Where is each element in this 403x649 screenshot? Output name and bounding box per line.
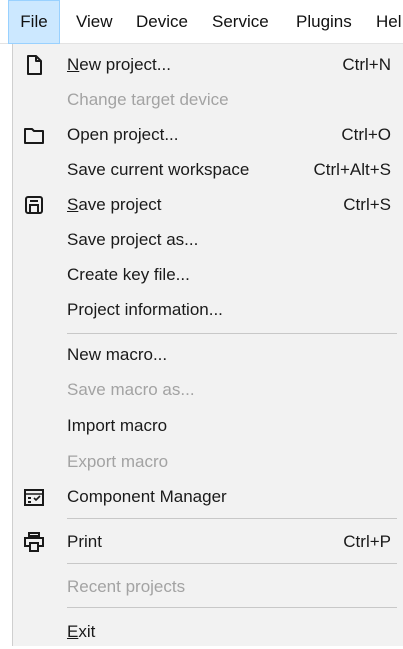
menu-item-label: Exit bbox=[67, 622, 96, 641]
menu-item-save-project-as[interactable]: Save project as... bbox=[13, 222, 399, 257]
component-manager-icon bbox=[23, 486, 45, 508]
menu-item-component-manager[interactable]: Component Manager bbox=[13, 479, 399, 514]
shortcut-text: Ctrl+S bbox=[343, 195, 391, 214]
menu-item-label: Recent projects bbox=[67, 577, 186, 596]
menu-help[interactable]: Hel bbox=[376, 0, 402, 44]
menu-item-label: Project information... bbox=[67, 300, 223, 319]
menu-item-label: Print bbox=[67, 532, 102, 551]
menu-item-label: Save project bbox=[67, 195, 162, 214]
menu-item-label: Create key file... bbox=[67, 265, 190, 284]
menu-item-create-key-file[interactable]: Create key file... bbox=[13, 257, 399, 292]
folder-icon bbox=[23, 124, 45, 146]
menu-item-save-current-workspace[interactable]: Save current workspace Ctrl+Alt+S bbox=[13, 152, 399, 187]
menu-item-new-macro[interactable]: New macro... bbox=[13, 337, 399, 372]
menu-item-label: New project... bbox=[67, 55, 171, 74]
menu-service[interactable]: Service bbox=[212, 0, 269, 44]
menu-item-label: Save macro as... bbox=[67, 380, 195, 399]
menu-bar: File View Device Service Plugins Hel bbox=[0, 0, 403, 44]
menu-item-save-macro-as: Save macro as... bbox=[13, 372, 399, 407]
menu-separator bbox=[67, 333, 397, 334]
shortcut-text: Ctrl+P bbox=[343, 532, 391, 551]
menu-item-print[interactable]: Print Ctrl+P bbox=[13, 524, 399, 559]
printer-icon bbox=[23, 531, 45, 553]
floppy-disk-icon bbox=[23, 194, 45, 216]
menu-item-recent-projects: Recent projects bbox=[13, 569, 399, 604]
menu-separator bbox=[67, 563, 397, 564]
menu-item-open-project[interactable]: Open project... Ctrl+O bbox=[13, 117, 399, 152]
menu-item-label: Open project... bbox=[67, 125, 179, 144]
file-menu-dropdown: New project... Ctrl+N Change target devi… bbox=[12, 44, 403, 646]
menu-separator bbox=[67, 518, 397, 519]
new-document-icon bbox=[23, 54, 45, 76]
shortcut-text: Ctrl+O bbox=[341, 125, 391, 144]
menu-item-label: Save current workspace bbox=[67, 160, 250, 179]
menu-item-import-macro[interactable]: Import macro bbox=[13, 408, 399, 443]
menu-item-change-target-device: Change target device bbox=[13, 82, 399, 117]
menu-plugins[interactable]: Plugins bbox=[296, 0, 352, 44]
shortcut-text: Ctrl+N bbox=[342, 55, 391, 74]
menu-item-save-project[interactable]: Save project Ctrl+S bbox=[13, 187, 399, 222]
menu-item-label: Change target device bbox=[67, 90, 229, 109]
menu-item-label: Component Manager bbox=[67, 487, 227, 506]
shortcut-text: Ctrl+Alt+S bbox=[313, 160, 391, 179]
menu-separator bbox=[67, 607, 397, 608]
menu-item-exit[interactable]: Exit bbox=[13, 614, 399, 649]
menu-view[interactable]: View bbox=[76, 0, 113, 44]
menu-file[interactable]: File bbox=[8, 0, 60, 44]
menu-item-export-macro: Export macro bbox=[13, 444, 399, 479]
menu-item-label: New macro... bbox=[67, 345, 168, 364]
menu-item-label: Export macro bbox=[67, 452, 169, 471]
menu-item-label: Save project as... bbox=[67, 230, 199, 249]
menu-item-new-project[interactable]: New project... Ctrl+N bbox=[13, 47, 399, 82]
menu-device[interactable]: Device bbox=[136, 0, 188, 44]
menu-item-project-information[interactable]: Project information... bbox=[13, 292, 399, 327]
menu-item-label: Import macro bbox=[67, 416, 168, 435]
